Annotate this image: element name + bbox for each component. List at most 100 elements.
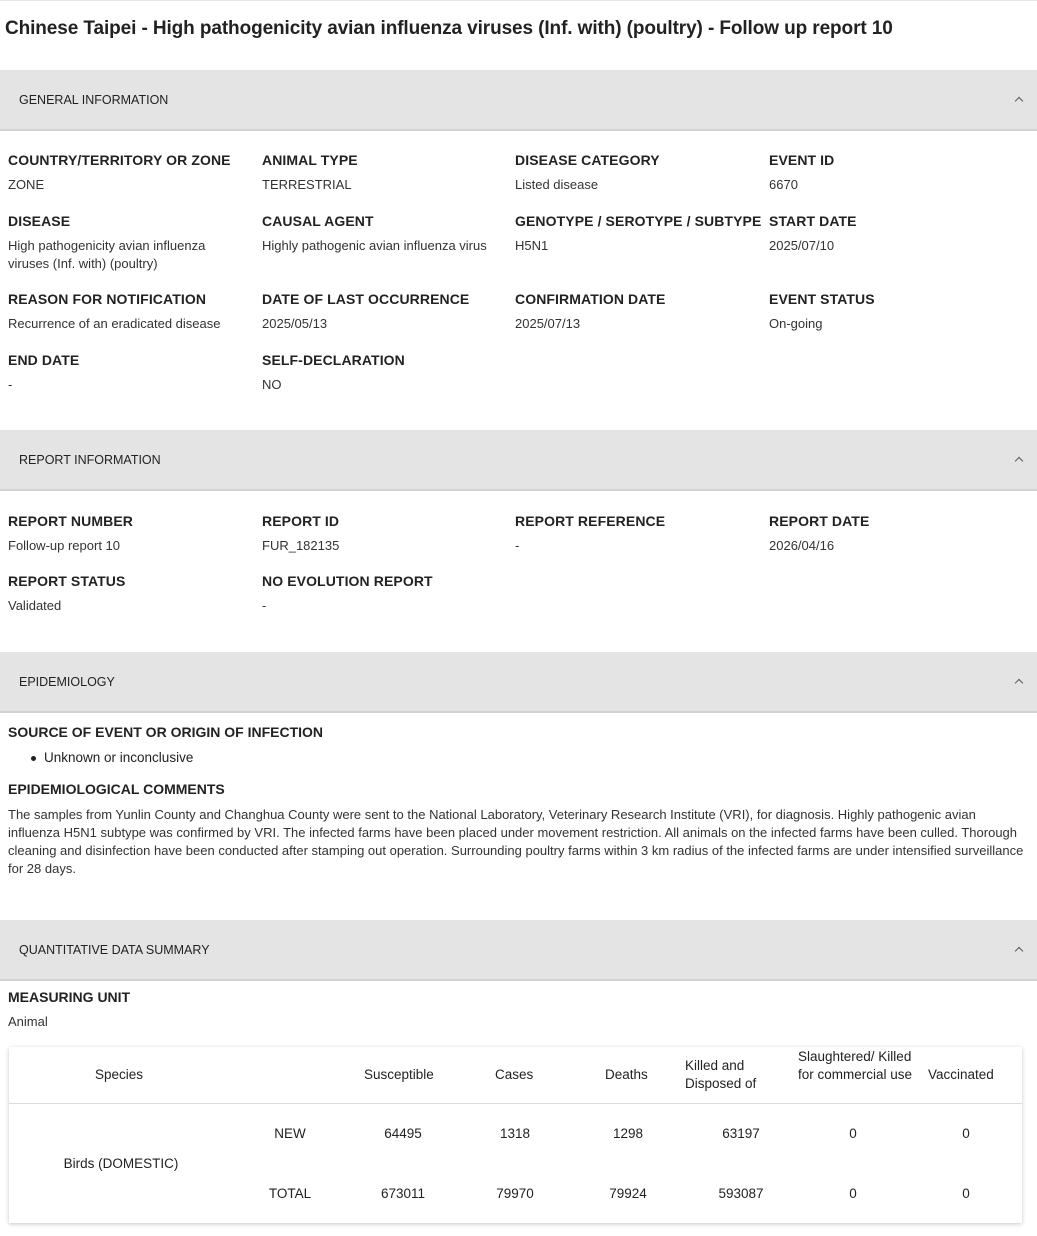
cell-slaughtered: 0 bbox=[849, 1186, 857, 1201]
section-title-quantitative: QUANTITATIVE DATA SUMMARY bbox=[19, 942, 210, 957]
cell-killed-disposed: 63197 bbox=[722, 1126, 760, 1141]
field-value: Listed disease bbox=[515, 177, 599, 192]
field-value: TERRESTRIAL bbox=[262, 177, 352, 192]
field-start-date: START DATE 2025/07/10 bbox=[769, 212, 1019, 255]
col-header-slaughtered: Slaughtered/ Killed for commercial use bbox=[798, 1049, 913, 1082]
section-header-quantitative[interactable]: QUANTITATIVE DATA SUMMARY bbox=[0, 920, 1037, 981]
row-type-cell: TOTAL bbox=[268, 1186, 312, 1201]
top-divider bbox=[0, 0, 1037, 1]
chevron-up-icon[interactable] bbox=[1013, 454, 1025, 466]
field-value: Follow-up report 10 bbox=[8, 538, 120, 553]
field-value: - bbox=[262, 598, 267, 613]
field-disease-category: DISEASE CATEGORY Listed disease bbox=[515, 151, 765, 194]
field-value: 2025/07/10 bbox=[769, 238, 835, 253]
page-title: Chinese Taipei - High pathogenicity avia… bbox=[5, 18, 893, 39]
field-label: SELF-DECLARATION bbox=[262, 352, 405, 368]
field-label: EVENT ID bbox=[769, 152, 835, 168]
cell-deaths: 79924 bbox=[609, 1186, 647, 1201]
field-last-occurrence: DATE OF LAST OCCURRENCE 2025/05/13 bbox=[262, 290, 512, 333]
field-value: NO bbox=[262, 377, 282, 392]
section-header-general[interactable]: GENERAL INFORMATION bbox=[0, 70, 1037, 131]
field-country-zone: COUNTRY/TERRITORY OR ZONE ZONE bbox=[8, 151, 258, 194]
section-title-report: REPORT INFORMATION bbox=[19, 452, 161, 467]
field-value: 2025/05/13 bbox=[262, 316, 328, 331]
cell-deaths: 1298 bbox=[612, 1126, 644, 1141]
field-label: CAUSAL AGENT bbox=[262, 213, 374, 229]
table-header-row: Species Susceptible Cases Deaths Killed … bbox=[9, 1047, 1022, 1104]
quantitative-table: Species Susceptible Cases Deaths Killed … bbox=[9, 1047, 1022, 1223]
field-value: FUR_182135 bbox=[262, 538, 340, 553]
field-report-id: REPORT ID FUR_182135 bbox=[262, 512, 512, 555]
field-value: - bbox=[515, 538, 520, 553]
chevron-up-icon[interactable] bbox=[1013, 944, 1025, 956]
field-end-date: END DATE - bbox=[8, 351, 258, 394]
field-no-evolution: NO EVOLUTION REPORT - bbox=[262, 572, 512, 615]
field-label: DATE OF LAST OCCURRENCE bbox=[262, 291, 470, 307]
field-label: NO EVOLUTION REPORT bbox=[262, 573, 433, 589]
field-event-status: EVENT STATUS On-going bbox=[769, 290, 1019, 333]
section-header-report[interactable]: REPORT INFORMATION bbox=[0, 430, 1037, 491]
cell-cases: 1318 bbox=[499, 1126, 531, 1141]
field-self-declaration: SELF-DECLARATION NO bbox=[262, 351, 512, 394]
field-label: REPORT NUMBER bbox=[8, 513, 133, 529]
measuring-unit-value: Animal bbox=[8, 1014, 48, 1029]
field-report-reference: REPORT REFERENCE - bbox=[515, 512, 765, 555]
epi-comments-title: EPIDEMIOLOGICAL COMMENTS bbox=[8, 781, 225, 797]
epi-comments-text: The samples from Yunlin County and Chang… bbox=[8, 807, 1024, 876]
col-header-susceptible: Susceptible bbox=[364, 1067, 434, 1082]
chevron-up-icon[interactable] bbox=[1013, 94, 1025, 106]
cell-vaccinated: 0 bbox=[962, 1126, 970, 1141]
field-confirmation-date: CONFIRMATION DATE 2025/07/13 bbox=[515, 290, 765, 333]
source-item: Unknown or inconclusive bbox=[30, 750, 194, 765]
col-header-deaths: Deaths bbox=[605, 1067, 648, 1082]
section-header-epidemiology[interactable]: EPIDEMIOLOGY bbox=[0, 652, 1037, 713]
source-of-event-title: SOURCE OF EVENT OR ORIGIN OF INFECTION bbox=[8, 724, 324, 740]
chevron-up-icon[interactable] bbox=[1013, 676, 1025, 688]
col-header-cases: Cases bbox=[495, 1067, 534, 1082]
field-value: ZONE bbox=[8, 177, 45, 192]
species-cell: Birds (DOMESTIC) bbox=[63, 1156, 179, 1171]
field-label: ANIMAL TYPE bbox=[262, 152, 358, 168]
field-value: Validated bbox=[8, 598, 62, 613]
col-header-vaccinated: Vaccinated bbox=[928, 1067, 994, 1082]
field-value: Highly pathogenic avian influenza virus bbox=[262, 238, 487, 253]
field-label: CONFIRMATION DATE bbox=[515, 291, 666, 307]
source-list: Unknown or inconclusive bbox=[30, 750, 194, 765]
field-genotype: GENOTYPE / SEROTYPE / SUBTYPE H5N1 bbox=[515, 212, 765, 255]
section-title-epidemiology: EPIDEMIOLOGY bbox=[19, 674, 115, 689]
field-disease: DISEASE High pathogenicity avian influenz… bbox=[8, 212, 248, 273]
field-label: REPORT STATUS bbox=[8, 573, 126, 589]
field-label: END DATE bbox=[8, 352, 80, 368]
field-label: GENOTYPE / SEROTYPE / SUBTYPE bbox=[515, 213, 762, 229]
cell-cases: 79970 bbox=[496, 1186, 534, 1201]
field-label: COUNTRY/TERRITORY OR ZONE bbox=[8, 152, 231, 168]
field-report-status: REPORT STATUS Validated bbox=[8, 572, 258, 615]
field-causal-agent: CAUSAL AGENT Highly pathogenic avian infl… bbox=[262, 212, 497, 255]
field-value: 2025/07/13 bbox=[515, 316, 581, 331]
field-report-number: REPORT NUMBER Follow-up report 10 bbox=[8, 512, 258, 555]
field-value: Recurrence of an eradicated disease bbox=[8, 316, 221, 331]
section-title-general: GENERAL INFORMATION bbox=[19, 92, 169, 107]
field-value: - bbox=[8, 377, 13, 392]
field-value: H5N1 bbox=[515, 238, 549, 253]
field-label: REPORT REFERENCE bbox=[515, 513, 666, 529]
field-value: 2026/04/16 bbox=[769, 538, 835, 553]
field-label: REASON FOR NOTIFICATION bbox=[8, 291, 207, 307]
field-value: 6670 bbox=[769, 177, 798, 192]
cell-susceptible: 64495 bbox=[384, 1126, 422, 1141]
field-report-date: REPORT DATE 2026/04/16 bbox=[769, 512, 1019, 555]
field-label: REPORT ID bbox=[262, 513, 340, 529]
field-value: On-going bbox=[769, 316, 823, 331]
cell-vaccinated: 0 bbox=[962, 1186, 970, 1201]
cell-killed-disposed: 593087 bbox=[718, 1186, 764, 1201]
col-header-species: Species bbox=[95, 1067, 144, 1082]
row-type-cell: NEW bbox=[274, 1126, 306, 1141]
field-label: EVENT STATUS bbox=[769, 291, 875, 307]
field-label: START DATE bbox=[769, 213, 857, 229]
field-label: DISEASE bbox=[8, 213, 71, 229]
field-label: DISEASE CATEGORY bbox=[515, 152, 660, 168]
field-animal-type: ANIMAL TYPE TERRESTRIAL bbox=[262, 151, 512, 194]
field-value: High pathogenicity avian influenza virus… bbox=[8, 238, 206, 271]
cell-slaughtered: 0 bbox=[849, 1126, 857, 1141]
field-reason-notification: REASON FOR NOTIFICATION Recurrence of an … bbox=[8, 290, 258, 333]
